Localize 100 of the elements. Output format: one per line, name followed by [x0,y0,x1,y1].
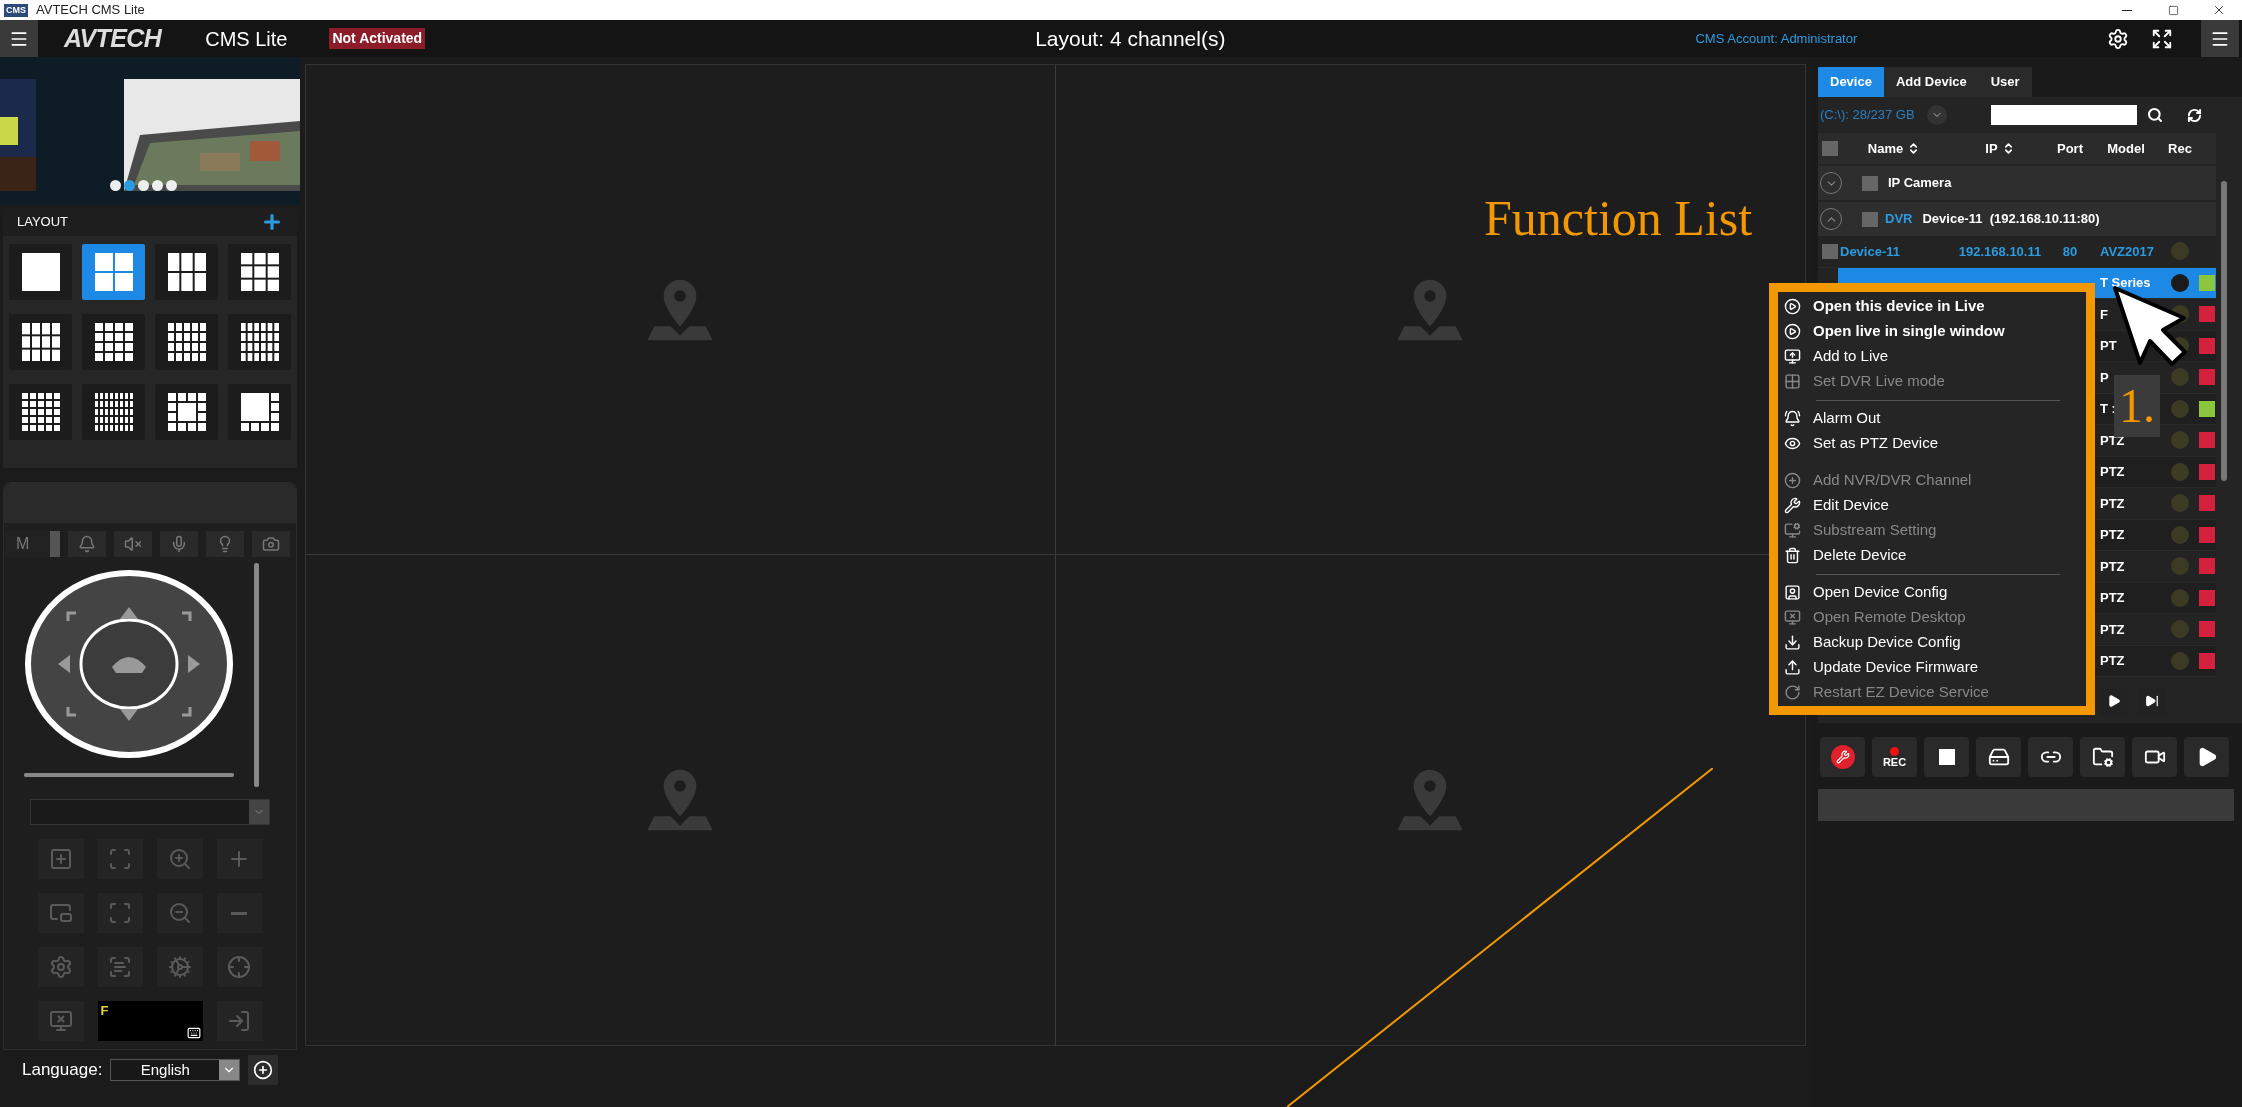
panel-tab[interactable]: Device [1818,67,1884,97]
light-button[interactable] [206,531,244,557]
microphone-button[interactable] [160,531,198,557]
camera-icon [262,535,280,553]
dropdown-button[interactable] [1926,105,1947,125]
table-cell: 192.168.10.11 [1958,243,2042,259]
add-icon[interactable] [261,211,283,233]
fullscreen-icon[interactable] [2151,27,2174,50]
stop-button[interactable] [1924,737,1969,777]
group-name: IP Camera [1888,174,1952,193]
checkbox[interactable] [1862,211,1878,227]
language-select[interactable]: English [110,1059,241,1081]
keypad-display[interactable]: F [97,1001,203,1041]
menu-item[interactable]: Update Device Firmware [1784,655,2080,680]
group-row[interactable]: IP Camera [1818,166,2216,200]
layout-button[interactable] [9,314,72,370]
area-zoom-icon [48,847,73,871]
play-button[interactable] [2184,737,2229,777]
menu-item[interactable]: Open live in single window [1784,319,2080,344]
group-row[interactable]: DVR Device-11 (192.168.10.11:80) [1818,202,2216,236]
checkbox[interactable] [1822,243,1838,259]
config-icon [1784,584,1801,601]
layout-grid-icon [93,392,134,432]
play-icon [1784,323,1801,340]
layout-button[interactable] [155,244,218,300]
record-button[interactable]: REC [1872,737,1917,777]
link-button[interactable] [2028,737,2073,777]
table-cell: AVZ2017 [2100,243,2154,259]
menu-button[interactable] [2201,20,2240,57]
menu-item[interactable]: Delete Device [1784,543,2080,568]
panel-tab[interactable]: Add Device [1883,67,1979,97]
layout-button[interactable] [82,384,145,440]
menu-item[interactable]: Alarm Out [1784,406,2080,431]
bell-icon [78,535,96,553]
column-header[interactable]: Rec [2162,138,2198,159]
ptz-button[interactable] [216,1001,262,1041]
layout-grid-icon [166,392,207,432]
layout-button[interactable] [155,384,218,440]
ptz-button[interactable] [157,839,203,879]
activation-badge: Not Activated [329,28,426,49]
column-header[interactable]: Port [2050,138,2090,159]
playback-button[interactable] [1976,737,2021,777]
slider-fill[interactable] [24,773,234,777]
menu-button[interactable] [0,20,38,57]
table-cell: F [2100,306,2108,322]
table-cell: PTZ [2100,653,2125,668]
panel-title: LAYOUT [17,213,69,232]
ptz-button[interactable] [38,893,84,933]
layout-button[interactable] [155,314,218,370]
ptz-button[interactable] [216,947,262,987]
column-header[interactable]: Name [1838,138,1950,159]
ptz-button[interactable] [216,893,262,933]
layout-button[interactable] [82,314,145,370]
screen-icon [48,1009,73,1033]
layout-button[interactable] [9,384,72,440]
menu-item[interactable]: Set as PTZ Device [1784,431,2080,456]
add-camera-button[interactable] [2132,737,2177,777]
menu-item[interactable]: Open this device in Live [1784,294,2080,319]
search-field[interactable] [1990,105,2137,125]
add-button[interactable] [248,1055,279,1085]
wrench-button[interactable] [1820,737,1865,777]
menu-item[interactable]: Backup Device Config [1784,630,2080,655]
ptz-joystick[interactable] [24,569,234,759]
folder-button[interactable] [2080,737,2125,777]
checkbox[interactable] [1822,141,1838,156]
settings-icon[interactable] [2107,27,2130,50]
checkbox[interactable] [1862,175,1878,191]
zoom-in-icon [167,847,192,871]
layout-grid-icon [239,392,280,432]
layout-button[interactable] [228,384,291,440]
ptz-button[interactable] [157,893,203,933]
keyboard-icon [186,1026,201,1040]
ptz-button[interactable] [97,893,143,933]
layout-button[interactable] [228,244,291,300]
ptz-button[interactable] [38,839,84,879]
ptz-button[interactable] [38,1001,84,1041]
panel-tab[interactable]: User [1978,67,2032,97]
ptz-button[interactable] [157,947,203,987]
menu-item[interactable]: Edit Device [1784,493,2080,518]
mute-icon [124,535,142,553]
refresh-icon[interactable] [2186,107,2202,123]
search-icon[interactable] [2146,107,2163,123]
refresh-icon [1784,684,1801,701]
ptz-button[interactable] [97,839,143,879]
table-cell: PTZ [2100,621,2125,637]
alarm-button[interactable] [68,531,106,557]
column-header[interactable]: IP [1950,138,2050,159]
slider-fill[interactable] [254,563,259,787]
ptz-button[interactable] [216,839,262,879]
column-header[interactable]: Model [2090,138,2162,159]
snapshot-button[interactable] [252,531,290,557]
mode-select[interactable]: M [6,531,60,557]
menu-item[interactable]: Add to Live [1784,344,2080,369]
scrollbar-thumb[interactable] [2221,181,2227,481]
layout-button[interactable] [228,314,291,370]
mute-button[interactable] [114,531,152,557]
menu-item[interactable]: Open Device Config [1784,580,2080,605]
ptz-button[interactable] [97,947,143,987]
ptz-button[interactable] [38,947,84,987]
layout-button[interactable] [9,244,72,300]
